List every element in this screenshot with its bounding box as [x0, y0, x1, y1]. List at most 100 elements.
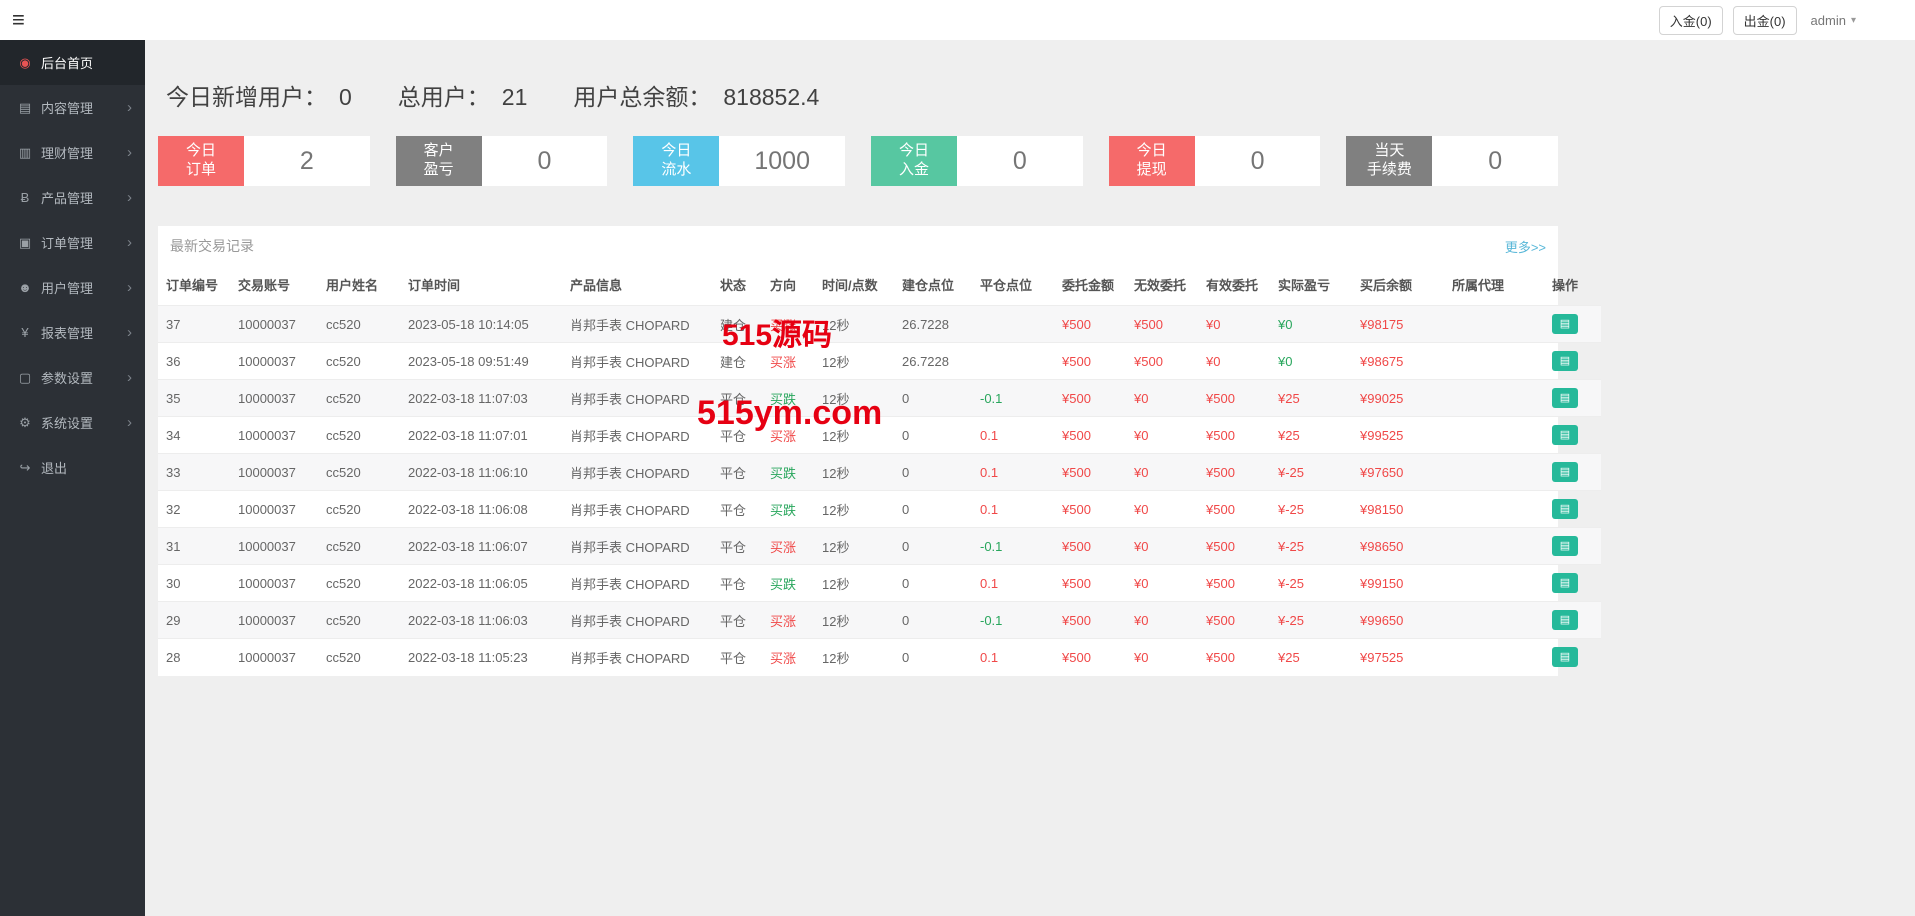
table-cell: 平仓	[712, 564, 762, 602]
sidebar-item-order[interactable]: ▣ 订单管理 ›	[0, 220, 145, 265]
table-cell: 2022-03-18 11:07:03	[400, 379, 562, 417]
table-cell: 10000037	[230, 564, 318, 602]
table-cell: ¥0	[1126, 564, 1198, 602]
table-cell: ¥500	[1054, 379, 1126, 417]
table-cell: ¥500	[1054, 305, 1126, 343]
table-header-cell: 所属代理	[1452, 278, 1505, 293]
deposit-button[interactable]: 入金(0)	[1658, 5, 1723, 35]
chevron-right-icon: ›	[127, 189, 132, 206]
table-cell: 买跌	[762, 453, 814, 491]
table-cell: 10000037	[230, 379, 318, 417]
table-cell: ¥500	[1198, 527, 1270, 565]
table-cell: 平仓	[712, 601, 762, 639]
table-cell: 0	[894, 453, 972, 491]
watermark: 515源码	[722, 319, 833, 352]
table-cell: cc520	[318, 416, 400, 454]
stat-card-value: 1000	[719, 136, 846, 186]
table-cell: 0	[894, 416, 972, 454]
table-cell: ¥99150	[1352, 564, 1444, 602]
table-cell: ¥500	[1198, 416, 1270, 454]
stat-card-today-turnover: 今日 流水 1000	[633, 136, 846, 186]
table-cell: 12秒	[814, 564, 894, 602]
table-cell: 12秒	[814, 601, 894, 639]
table-row: 37 10000037 cc520 2023-05-18 10:14:05 肖邦手表 C…	[158, 305, 1601, 343]
table-cell: ¥98150	[1352, 490, 1444, 528]
dashboard-icon: ◉	[19, 54, 31, 70]
view-order-button[interactable]: ▤	[1552, 462, 1578, 482]
finance-icon: ▥	[18, 144, 32, 160]
content-icon: ▤	[18, 99, 32, 115]
view-order-button[interactable]: ▤	[1552, 536, 1578, 556]
withdraw-button[interactable]: 出金(0)	[1732, 5, 1797, 35]
table-cell	[972, 342, 1054, 380]
order-detail-icon: ▤	[1559, 465, 1571, 478]
view-order-button[interactable]: ▤	[1552, 647, 1578, 668]
sidebar-item-system[interactable]: ⚙ 系统设置 ›	[0, 400, 145, 445]
table-cell: 0.1	[972, 638, 1054, 676]
view-order-button[interactable]: ▤	[1552, 425, 1578, 445]
more-link[interactable]: 更多>>	[1505, 237, 1546, 256]
stat-card-label-line: 当天	[1374, 142, 1405, 160]
view-order-button[interactable]: ▤	[1552, 499, 1578, 519]
stat-card-label-line: 提现	[1136, 161, 1167, 178]
table-cell: 2022-03-18 11:06:03	[400, 601, 562, 639]
table-cell: -0.1	[972, 527, 1054, 565]
sidebar-item-label: 用户管理	[41, 281, 94, 296]
table-header-cell: 操作	[1552, 278, 1579, 293]
table-cell: 12秒	[814, 638, 894, 676]
table-cell: ▤	[1544, 564, 1601, 602]
sidebar-item-product[interactable]: Ƀ 产品管理 ›	[0, 175, 145, 220]
stat-card-label-line: 订单	[185, 161, 216, 178]
table-cell	[1444, 305, 1544, 343]
order-detail-icon: ▤	[1559, 650, 1571, 663]
sidebar-item-report[interactable]: ¥ 报表管理 ›	[0, 310, 145, 355]
stat-card-label: 今日 提现	[1108, 136, 1195, 186]
table-header-cell: 订单编号	[166, 278, 219, 293]
sidebar-menu: ◉ 后台首页 ▤ 内容管理 › ▥ 理财管理 › Ƀ 产品管理 › ▣ 订单管理 › ☻ 用户管理 › ¥ 报表管理…	[0, 40, 145, 490]
table-cell: 买涨	[762, 527, 814, 565]
table-cell: 肖邦手表 CHOPARD	[562, 379, 712, 417]
table-cell: 0.1	[972, 416, 1054, 454]
stat-card-label: 客户 盈亏	[395, 136, 482, 186]
table-cell: ¥-25	[1270, 490, 1352, 528]
sidebar-item-content[interactable]: ▤ 内容管理 ›	[0, 85, 145, 130]
order-detail-icon: ▤	[1559, 502, 1571, 515]
sidebar-item-home[interactable]: ◉ 后台首页	[0, 40, 145, 85]
view-order-button[interactable]: ▤	[1552, 314, 1578, 334]
stat-cards: 今日 订单 2 客户 盈亏 0 今日 流水 1000 今日 入金 0 今日 提现 0 当天 手续费 0	[158, 136, 1559, 186]
table-cell: ¥500	[1198, 490, 1270, 528]
table-cell: 肖邦手表 CHOPARD	[562, 453, 712, 491]
table-cell: 36	[158, 342, 230, 380]
table-cell: 肖邦手表 CHOPARD	[562, 564, 712, 602]
table-header-row: 订单编号 交易账号 用户姓名 订单时间 产品信息 状态 方向 时间/点数 建仓点位 平仓点位 委托金…	[158, 264, 1601, 306]
sidebar-item-logout[interactable]: ↪ 退出	[0, 445, 145, 490]
sidebar-item-params[interactable]: ▢ 参数设置 ›	[0, 355, 145, 400]
table-cell: 29	[158, 601, 230, 639]
table-cell: 10000037	[230, 305, 318, 343]
stat-card-today-deposit: 今日 入金 0	[871, 136, 1083, 186]
view-order-button[interactable]: ▤	[1552, 573, 1578, 593]
table-cell: ¥500	[1198, 453, 1270, 491]
table-cell: 33	[158, 453, 230, 491]
chevron-right-icon: ›	[127, 324, 132, 341]
user-menu[interactable]: admin ▾	[1807, 9, 1860, 32]
stat-card-today-fees: 当天 手续费 0	[1346, 136, 1559, 186]
sidebar-item-label: 后台首页	[41, 56, 94, 71]
menu-toggle-icon[interactable]: ≡	[12, 9, 25, 31]
table-cell: ▤	[1544, 416, 1601, 454]
stat-card-label: 今日 订单	[158, 136, 244, 186]
view-order-button[interactable]: ▤	[1552, 610, 1578, 630]
sidebar-item-user[interactable]: ☻ 用户管理 ›	[0, 265, 145, 310]
sidebar-item-finance[interactable]: ▥ 理财管理 ›	[0, 130, 145, 175]
table-cell: ▤	[1544, 638, 1601, 676]
table-header-cell: 买后余额	[1360, 278, 1413, 293]
orders-icon: ▣	[18, 234, 32, 250]
chevron-right-icon: ›	[127, 144, 132, 161]
table-cell: ¥98675	[1352, 342, 1444, 380]
table-row: 31 10000037 cc520 2022-03-18 11:06:07 肖邦手表 C…	[158, 527, 1601, 565]
stat-card-label: 今日 入金	[871, 136, 958, 186]
order-detail-icon: ▤	[1559, 539, 1571, 552]
stat-card-value: 0	[481, 136, 608, 186]
view-order-button[interactable]: ▤	[1552, 351, 1578, 371]
view-order-button[interactable]: ▤	[1552, 388, 1578, 408]
